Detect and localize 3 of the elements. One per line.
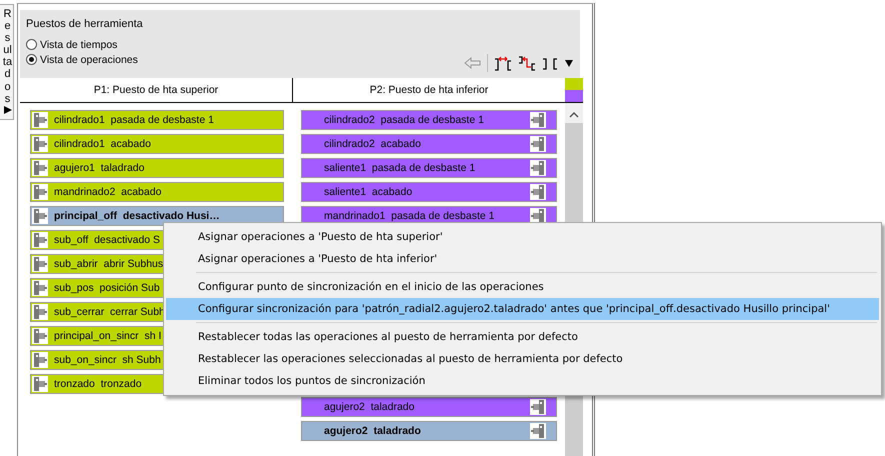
results-tab-label: Resultados: [2, 8, 13, 105]
column-header: P1: Puesto de hta superior: [20, 78, 293, 103]
panel-title: Puestos de herramienta: [26, 18, 144, 30]
